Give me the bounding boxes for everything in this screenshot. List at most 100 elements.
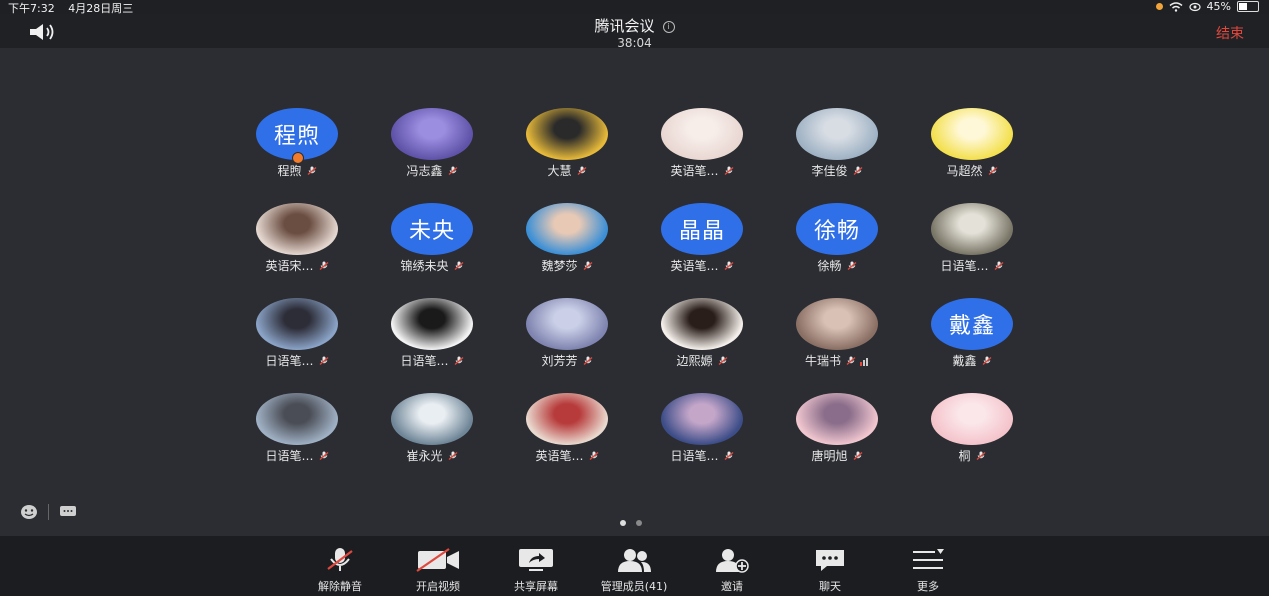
participant-tile[interactable]: 未央锦绣未央 <box>365 203 499 293</box>
participant-tile[interactable]: 英语笔… <box>635 108 769 198</box>
participant-name: 日语笔… <box>400 354 449 368</box>
participant-avatar[interactable]: 晶晶 <box>661 203 743 255</box>
participant-tile[interactable]: 戴鑫 戴鑫 <box>905 298 1039 388</box>
participant-name-row: 唐明旭 <box>770 447 904 464</box>
manage-members-button[interactable]: 管理成员(41) <box>589 546 679 594</box>
anime-girl-avatar[interactable] <box>526 393 608 445</box>
start-video-button[interactable]: 开启视频 <box>393 546 483 594</box>
participant-tile[interactable]: 牛瑞书 <box>770 298 904 388</box>
end-meeting-button[interactable]: 结束 <box>1216 23 1244 43</box>
participant-tile[interactable]: 崔永光 <box>365 393 499 483</box>
participant-name: 日语笔… <box>940 259 989 273</box>
participant-tile[interactable]: 程煦 程煦 <box>230 108 364 198</box>
city-sunset-avatar[interactable] <box>661 393 743 445</box>
pink-hair-girl-avatar[interactable] <box>931 393 1013 445</box>
more-button[interactable]: 更多 <box>883 546 973 594</box>
emoji-icon[interactable] <box>18 503 40 521</box>
participant-name-row: 英语笔… <box>500 447 634 464</box>
participant-tile[interactable]: 刘芳芳 <box>500 298 634 388</box>
participant-avatar[interactable]: 徐畅 <box>796 203 878 255</box>
participant-name: 马超然 <box>946 164 983 178</box>
manage-members-label: 管理成员(41) <box>600 580 668 593</box>
boy-portrait-avatar[interactable] <box>256 298 338 350</box>
meeting-timer: 38:04 <box>617 36 652 50</box>
girl-blue-avatar[interactable] <box>526 203 608 255</box>
participant-name-row: 锦绣未央 <box>365 257 499 274</box>
participant-name: 大慧 <box>547 164 572 178</box>
mic-muted-icon <box>307 166 316 176</box>
mic-muted-icon <box>589 451 598 461</box>
participant-name: 锦绣未央 <box>400 259 449 273</box>
girl-portrait-avatar[interactable] <box>256 203 338 255</box>
participant-name-row: 日语笔… <box>230 352 364 369</box>
mic-muted-icon <box>448 451 457 461</box>
participant-name: 桐 <box>958 449 971 463</box>
mic-muted-icon <box>448 166 457 176</box>
share-screen-icon <box>519 549 553 571</box>
unmute-button[interactable]: 解除静音 <box>295 546 385 594</box>
participant-tile[interactable]: 徐畅 徐畅 <box>770 203 904 293</box>
participant-tile[interactable]: 晶晶英语笔… <box>635 203 769 293</box>
status-bar: 下午7:32 4月28日周三 45% <box>0 0 1269 15</box>
participant-tile[interactable]: 日语笔… <box>230 298 364 388</box>
participant-avatar[interactable]: 戴鑫 <box>931 298 1013 350</box>
astronaut-avatar[interactable] <box>256 393 338 445</box>
participant-tile[interactable]: 马超然 <box>905 108 1039 198</box>
purple-cartoon-avatar[interactable] <box>391 108 473 160</box>
purple-sky-avatar[interactable] <box>526 298 608 350</box>
participant-tile[interactable]: 大慧 <box>500 108 634 198</box>
network-signal-icon <box>860 355 869 369</box>
sketch-face-avatar[interactable] <box>391 298 473 350</box>
pink-bunny-avatar[interactable] <box>661 108 743 160</box>
participant-tile[interactable]: 李佳俊 <box>770 108 904 198</box>
girl-long-hair-avatar[interactable] <box>661 298 743 350</box>
girl-camera-avatar[interactable] <box>796 298 878 350</box>
participant-tile[interactable]: 英语笔… <box>500 393 634 483</box>
mic-muted-icon <box>319 356 328 366</box>
meeting-title[interactable]: 腾讯会议 <box>594 17 654 35</box>
mic-muted-icon <box>327 548 353 571</box>
chat-button[interactable]: 聊天 <box>785 546 875 594</box>
participants-grid: 程煦 程煦 冯志鑫 大慧 英语笔… 李佳俊 马超然 英语宋… 未央 锦绣未央 魏梦莎 晶晶 英语笔… 徐畅… <box>230 108 1042 468</box>
participant-name: 日语笔… <box>265 354 314 368</box>
participant-name-row: 冯志鑫 <box>365 162 499 179</box>
white-dog-avatar[interactable] <box>931 203 1013 255</box>
page-dot[interactable] <box>636 520 642 526</box>
pink-anime-girl-avatar[interactable] <box>796 393 878 445</box>
mic-muted-icon <box>988 166 997 176</box>
anime-boy-avatar[interactable] <box>796 108 878 160</box>
yellow-girl-glasses-avatar[interactable] <box>526 108 608 160</box>
participant-name: 崔永光 <box>406 449 443 463</box>
participant-tile[interactable]: 魏梦莎 <box>500 203 634 293</box>
mic-muted-icon <box>846 356 856 366</box>
title-area: 腾讯会议 i 38:04 <box>0 14 1269 50</box>
participant-tile[interactable]: 边熙嫄 <box>635 298 769 388</box>
page-indicator[interactable] <box>620 520 642 526</box>
participant-name: 英语笔… <box>670 259 719 273</box>
participant-tile[interactable]: 桐 <box>905 393 1039 483</box>
participant-tile[interactable]: 唐明旭 <box>770 393 904 483</box>
participant-tile[interactable]: 日语笔… <box>635 393 769 483</box>
mic-muted-icon <box>583 261 592 271</box>
participant-name: 边熙嫄 <box>676 354 713 368</box>
participant-tile[interactable]: 英语宋… <box>230 203 364 293</box>
divider <box>48 504 49 520</box>
participant-tile[interactable]: 日语笔… <box>905 203 1039 293</box>
info-icon[interactable]: i <box>662 21 675 33</box>
participant-avatar[interactable]: 未央 <box>391 203 473 255</box>
snow-mountain-avatar[interactable] <box>391 393 473 445</box>
status-right: 45% <box>1155 0 1259 13</box>
wifi-icon <box>1169 1 1183 12</box>
participant-tile[interactable]: 日语笔… <box>230 393 364 483</box>
message-icon[interactable] <box>57 503 79 521</box>
participant-name: 日语笔… <box>265 449 314 463</box>
participant-tile[interactable]: 冯志鑫 <box>365 108 499 198</box>
invite-button[interactable]: 邀请 <box>687 546 777 594</box>
members-icon <box>618 549 651 572</box>
participant-tile[interactable]: 日语笔… <box>365 298 499 388</box>
page-dot-active[interactable] <box>620 520 626 526</box>
camera-off-icon <box>416 548 459 572</box>
share-screen-button[interactable]: 共享屏幕 <box>491 546 581 594</box>
more-label: 更多 <box>917 580 939 593</box>
yellow-cat-avatar[interactable] <box>931 108 1013 160</box>
